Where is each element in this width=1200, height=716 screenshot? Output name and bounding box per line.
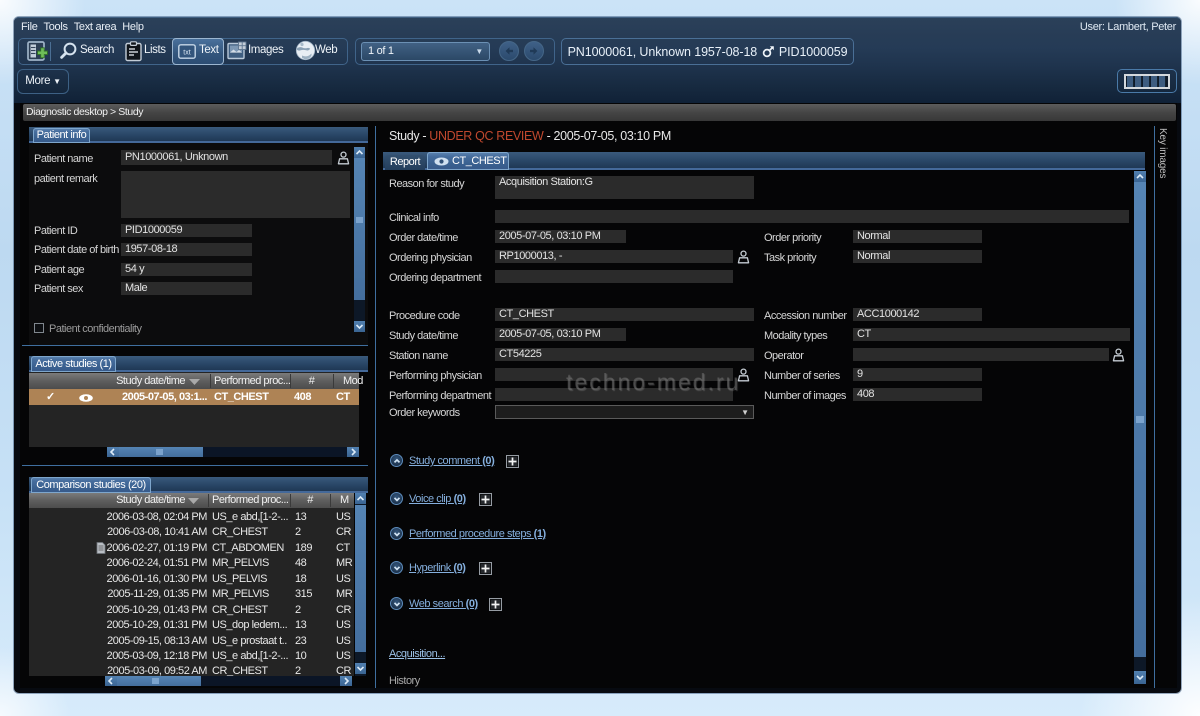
svg-text:txt: txt [183,50,190,57]
